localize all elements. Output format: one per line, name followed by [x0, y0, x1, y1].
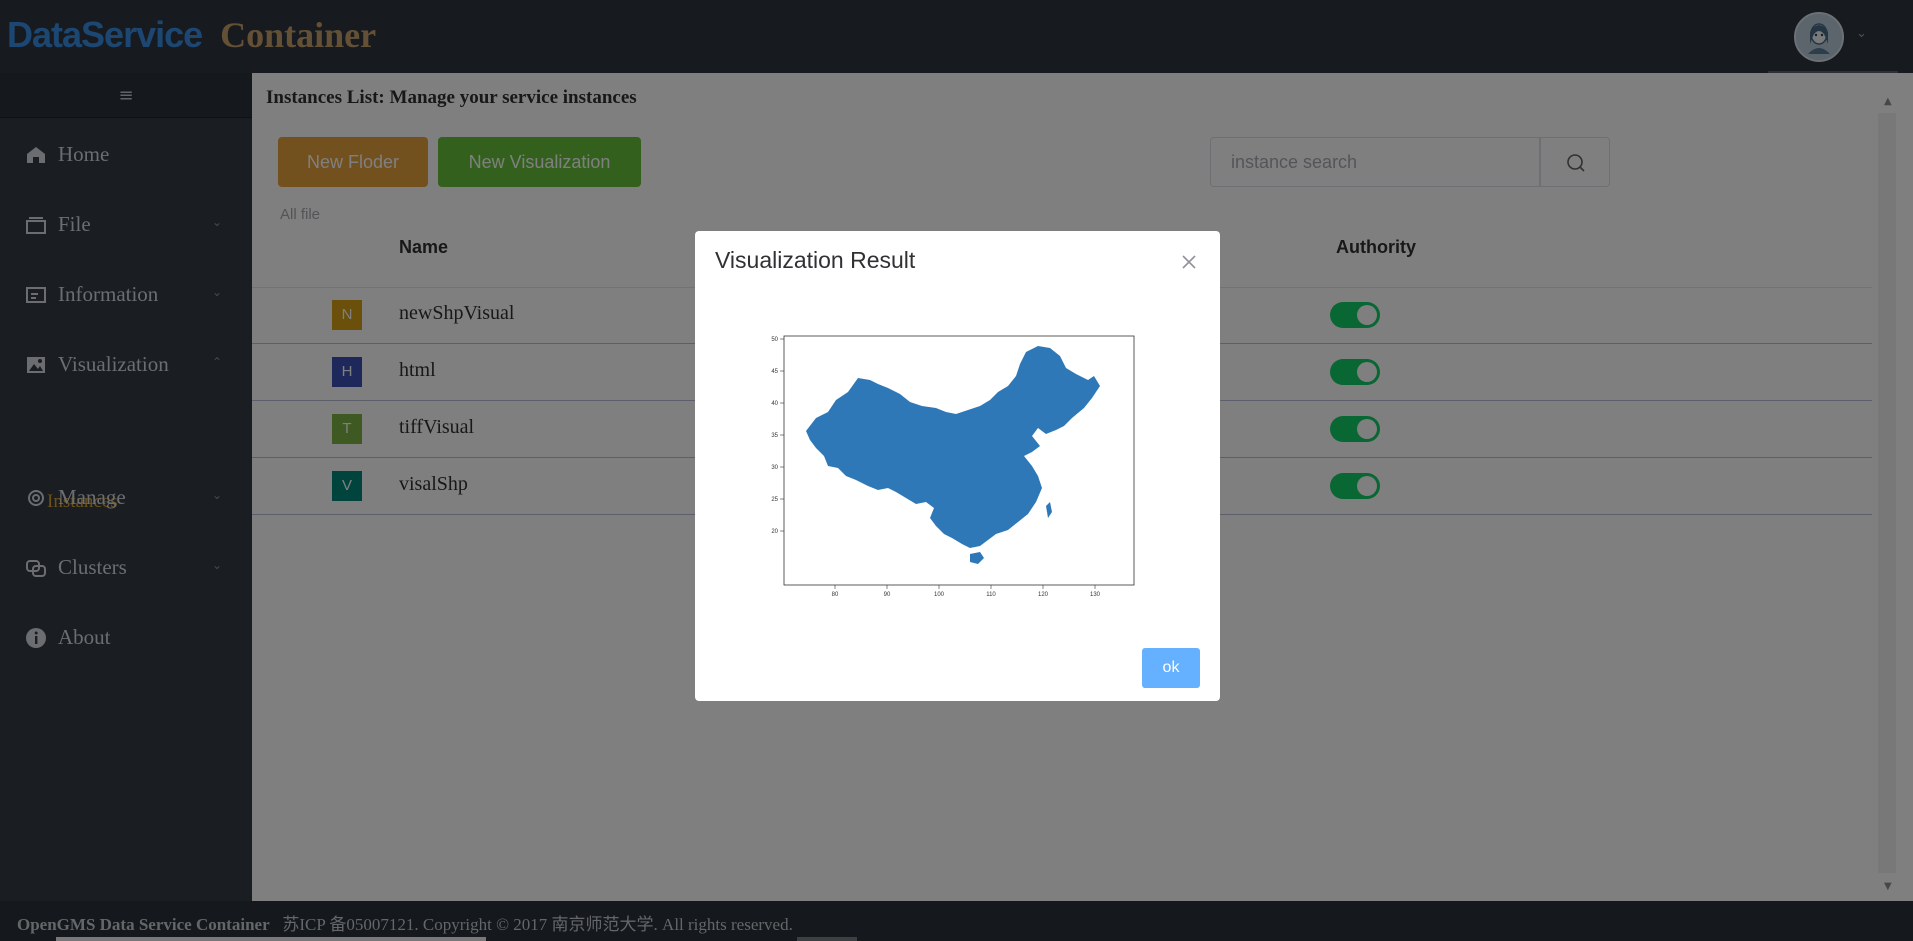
y-tick-label: 40 [771, 401, 778, 407]
taiwan-shape [1046, 502, 1052, 518]
y-axis-ticks: 50 45 40 35 30 25 20 [771, 337, 784, 535]
close-icon[interactable] [1179, 252, 1199, 272]
x-tick-label: 110 [986, 592, 996, 596]
hainan-shape [970, 552, 984, 564]
visualization-result-dialog: Visualization Result 80 90 100 110 120 130 50… [695, 231, 1220, 701]
x-tick-label: 90 [884, 592, 891, 596]
x-tick-label: 80 [832, 592, 839, 596]
china-shape [806, 346, 1100, 548]
x-tick-label: 120 [1038, 592, 1049, 596]
x-tick-label: 130 [1090, 592, 1101, 596]
visualization-map-image: 80 90 100 110 120 130 50 45 40 35 30 25 20 [770, 326, 1150, 598]
x-tick-label: 100 [934, 592, 945, 596]
y-tick-label: 35 [771, 433, 778, 439]
x-axis-ticks: 80 90 100 110 120 130 [832, 585, 1101, 598]
y-tick-label: 45 [771, 369, 778, 375]
y-tick-label: 20 [771, 529, 778, 535]
ok-button[interactable]: ok [1142, 648, 1200, 688]
y-tick-label: 30 [771, 465, 778, 471]
dialog-title: Visualization Result [715, 247, 916, 273]
y-tick-label: 50 [771, 337, 778, 343]
y-tick-label: 25 [771, 497, 778, 503]
